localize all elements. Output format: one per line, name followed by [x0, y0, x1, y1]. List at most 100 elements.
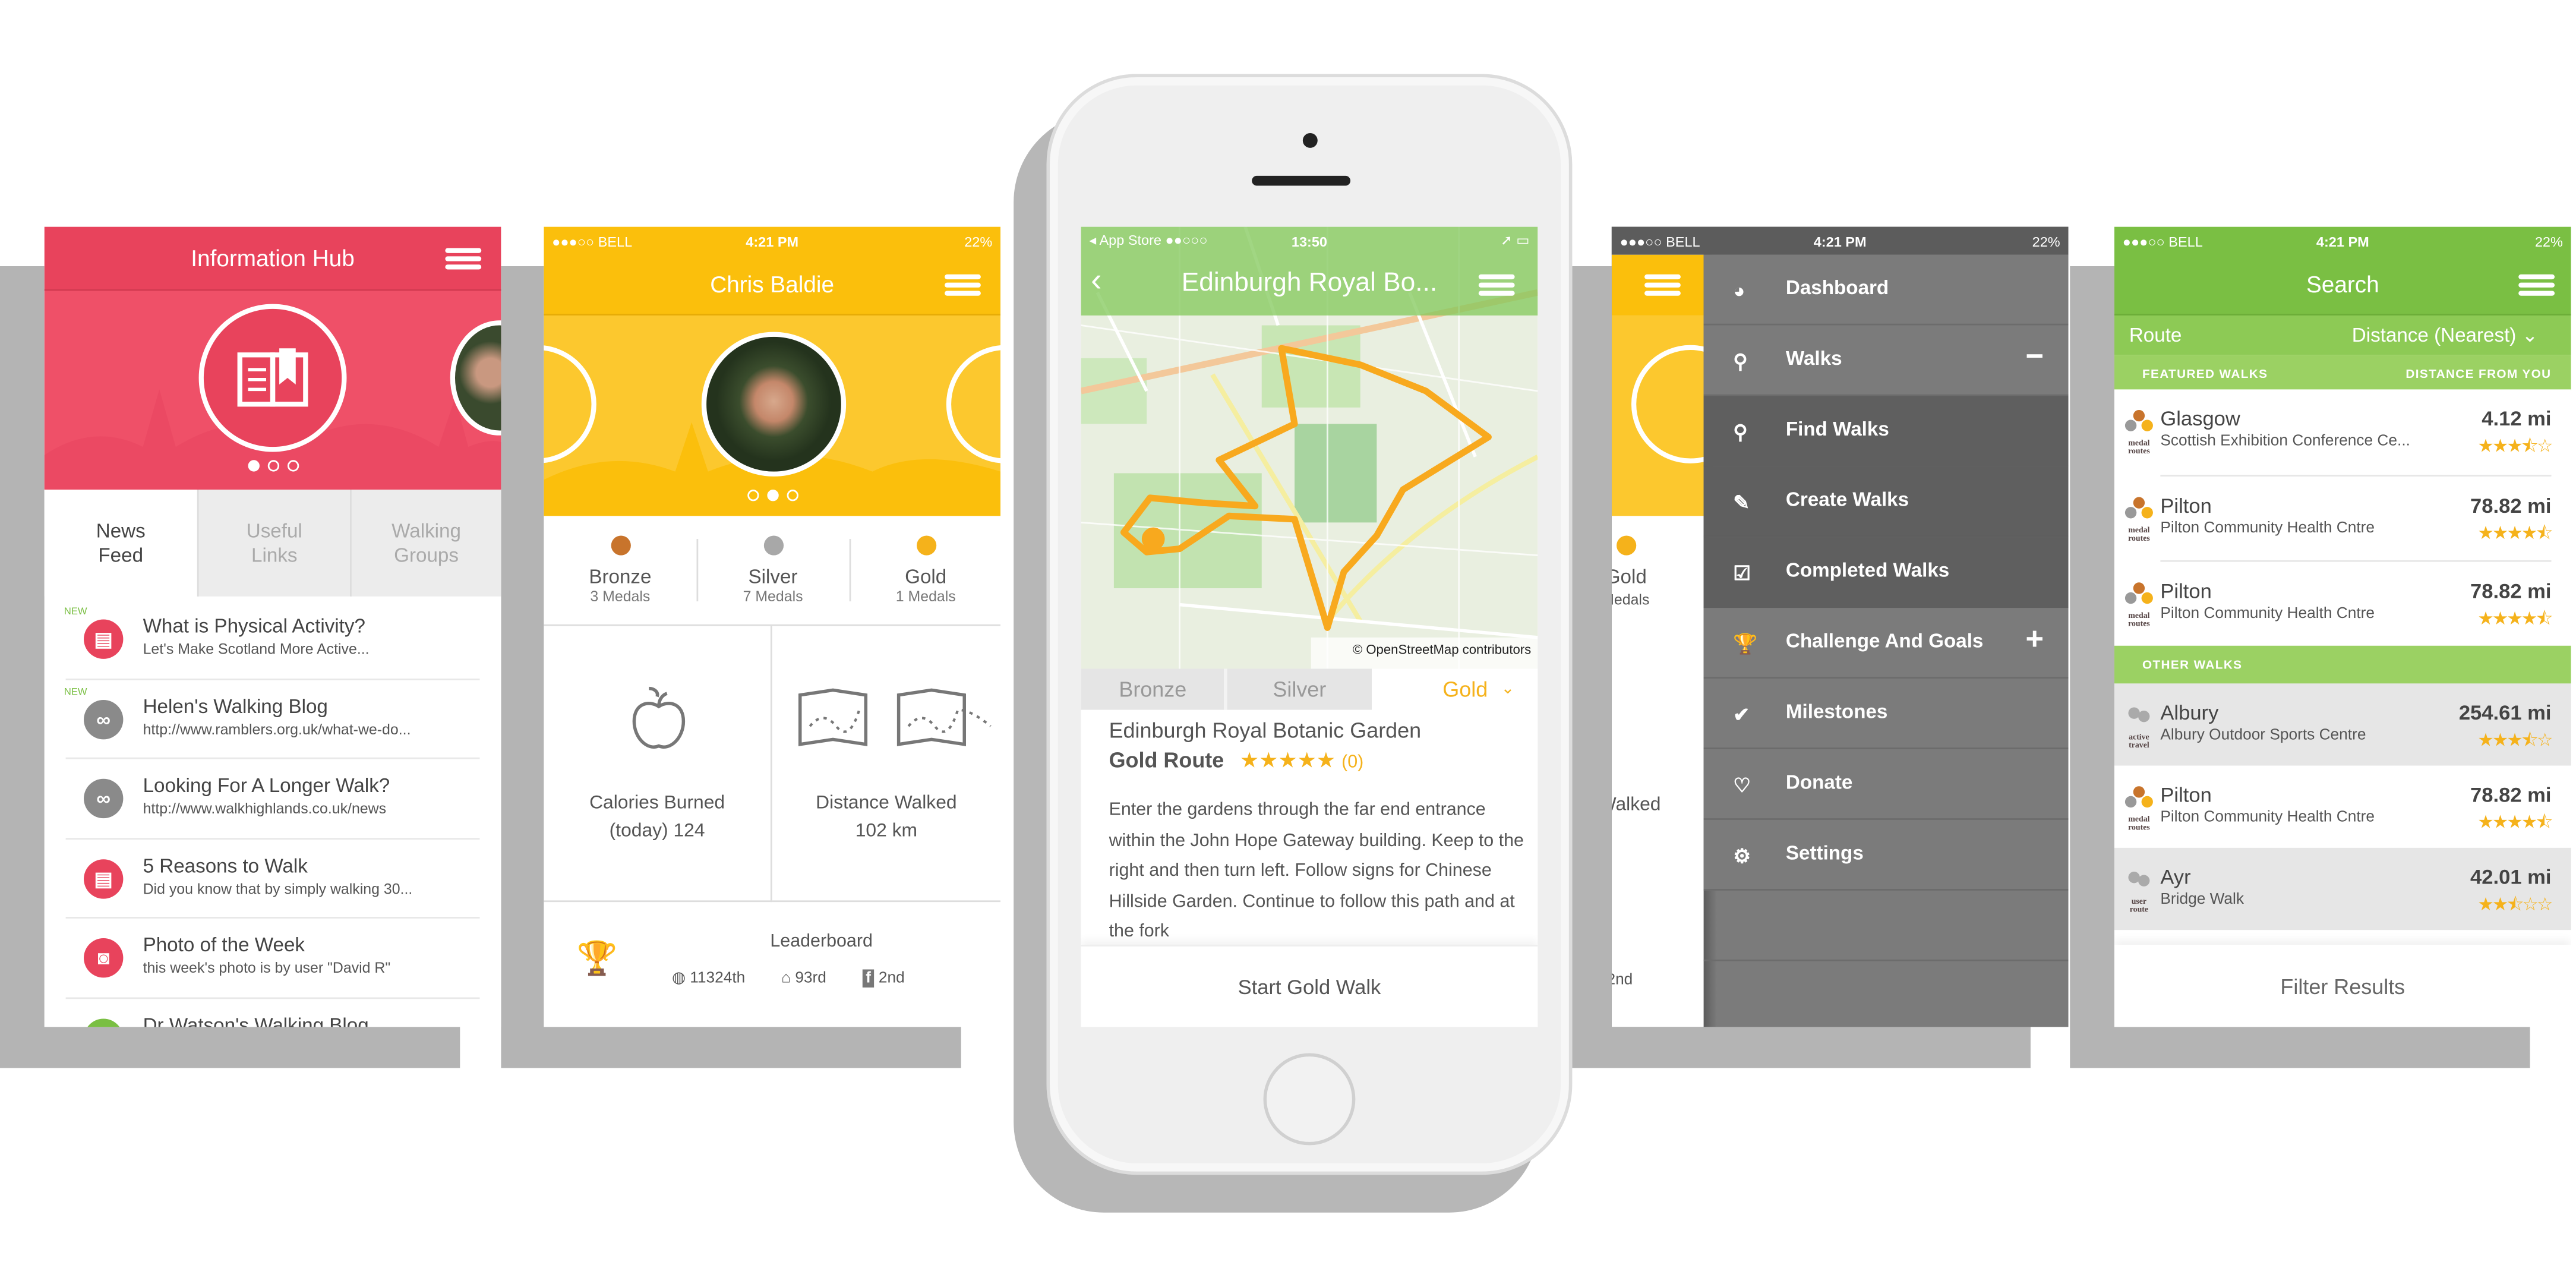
facebook-rank-value: 2nd	[878, 969, 905, 988]
hamburger-menu-icon[interactable]	[1644, 274, 1681, 296]
map-route-icon	[798, 688, 992, 746]
local-rank: ⌂ 93rd	[781, 970, 826, 988]
carousel-dots[interactable]	[544, 490, 1000, 501]
new-badge: NEW	[64, 687, 87, 698]
walk-distance: 4.12 mi	[2482, 407, 2552, 431]
header: ◂ App Store ●●○○○ 13:50 ➚ ▭ ‹ Edinburgh Ro…	[1081, 226, 1538, 316]
home-icon: ⌂	[781, 969, 795, 988]
hamburger-menu-icon[interactable]	[2518, 274, 2555, 296]
logo-caption: active travel	[2129, 734, 2149, 751]
menu-item-label: Milestones	[1785, 700, 1888, 723]
tab-useful-links[interactable]: Useful Links	[197, 490, 351, 597]
menu-item-walks[interactable]: ⚲ Walks −	[1703, 325, 2069, 396]
list-item[interactable]: ∞ Dr Watson's Walking Blog	[66, 998, 480, 1027]
page-title: Search	[2306, 271, 2379, 298]
page-title: Information Hub	[191, 245, 355, 272]
walk-name: Pilton	[2160, 580, 2212, 603]
logo-caption: medal routes	[2128, 526, 2150, 543]
item-subtitle: Did you know that by simply walking 30..…	[143, 879, 413, 897]
leaderboard-card[interactable]: 🏆 Leaderboard ◍ 11324th ⌂ 93rd f 2nd	[544, 902, 1000, 1027]
walk-result-row[interactable]: active travel Albury Albury Outdoor Sports…	[2114, 683, 2571, 766]
other-label: OTHER WALKS	[2142, 657, 2243, 673]
carousel-dots[interactable]	[45, 460, 501, 472]
medal-count: 7 Medals	[743, 588, 803, 605]
walk-name: Pilton	[2160, 784, 2212, 807]
medal-bronze[interactable]: Bronze 3 Medals	[544, 516, 696, 626]
search-icon: ⚲	[1733, 420, 1748, 444]
walk-start-point: Pilton Community Health Cntre	[2160, 808, 2375, 826]
hamburger-menu-icon[interactable]	[1478, 274, 1515, 296]
check-icon: ✔	[1733, 703, 1750, 727]
hamburger-menu-icon[interactable]	[945, 274, 981, 296]
menu-item-donate[interactable]: ♡ Donate	[1703, 749, 2069, 820]
item-subtitle: Let's Make Scotland More Active...	[143, 641, 370, 658]
rating-stars: ★★★⯪☆	[2477, 437, 2553, 457]
review-count[interactable]: (0)	[1341, 753, 1363, 772]
camera-icon	[1302, 133, 1318, 148]
walk-start-point: Albury Outdoor Sports Centre	[2160, 726, 2366, 745]
tab-news-feed[interactable]: News Feed	[44, 490, 197, 597]
list-item[interactable]: ▤ 5 Reasons to Walk Did you know that by s…	[65, 839, 480, 919]
tab-bronze[interactable]: Bronze	[1081, 668, 1225, 710]
menu-item-label: Dashboard	[1785, 276, 1889, 299]
global-rank: ◍ 11324th	[672, 970, 745, 988]
distance-card[interactable]: Distance Walked 102 km	[772, 626, 1001, 903]
menu-item-milestones[interactable]: ✔ Milestones	[1703, 679, 2069, 749]
tab-walking-groups[interactable]: Walking Groups	[350, 490, 501, 597]
walk-name: Albury	[2160, 701, 2219, 725]
menu-screen: Gold Medals Walked 2nd ●●●○○ BELL4:21 PM…	[1611, 226, 2069, 1027]
information-hub-screen: Information Hub News Feed Useful Links Wal…	[44, 226, 501, 1027]
rating-stars[interactable]: ★★★★★	[1240, 747, 1336, 772]
medal-count: 1 Medals	[895, 588, 956, 605]
walk-result-row[interactable]: medal routes Pilton Pilton Community Healt…	[2114, 765, 2571, 848]
menu-item-settings[interactable]: ⚙ Settings	[1703, 819, 2069, 891]
walk-result-row[interactable]: medal routes Pilton Pilton Community Healt…	[2114, 475, 2571, 562]
filter-results-button[interactable]: Filter Results	[2114, 945, 2571, 1027]
start-walk-button[interactable]: Start Gold Walk	[1081, 945, 1538, 1027]
rating-stars: ★★★★⯪	[2477, 609, 2553, 630]
item-title: Looking For A Longer Walk?	[143, 774, 390, 797]
list-item[interactable]: ∞ Looking For A Longer Walk? http://www.wa…	[65, 759, 480, 839]
medal-gold[interactable]: Gold 1 Medals	[849, 516, 1000, 626]
avatar[interactable]	[701, 332, 847, 477]
sort-dropdown[interactable]: Distance (Nearest) ⌄	[2352, 324, 2539, 347]
page-title: Chris Baldie	[710, 271, 835, 298]
walk-start-point: Pilton Community Health Cntre	[2160, 604, 2375, 623]
header: Information Hub	[44, 226, 501, 291]
clock: 4:21 PM	[2316, 232, 2369, 249]
menu-item-challenge-and-goals[interactable]: 🏆 Challenge And Goals +	[1703, 608, 2069, 679]
walk-result-row[interactable]: medal routes Pilton Pilton Community Healt…	[2114, 561, 2571, 648]
rating-stars: ★★★⯪☆	[2477, 731, 2553, 751]
home-button[interactable]	[1263, 1053, 1356, 1146]
expand-icon[interactable]: +	[2025, 623, 2044, 659]
tab-gold[interactable]: Gold ⌄	[1371, 668, 1538, 710]
gold-medal-dot	[1617, 535, 1637, 556]
clock: 4:21 PM	[746, 232, 799, 249]
menu-item-completed-walks[interactable]: ☑ Completed Walks	[1703, 537, 2069, 608]
list-item[interactable]: ◙ Photo of the Week this week's photo is b…	[65, 919, 480, 998]
page-title: Edinburgh Royal Bo...	[1181, 269, 1438, 298]
menu-item-create-walks[interactable]: ✎ Create Walks	[1703, 466, 2069, 538]
medal-label: Bronze	[589, 565, 652, 588]
list-item[interactable]: NEW ∞ Helen's Walking Blog http://www.rambl…	[64, 679, 480, 759]
medal-label: Gold	[905, 565, 947, 588]
divider	[849, 539, 851, 602]
collapse-icon[interactable]: −	[2025, 340, 2044, 376]
menu-item-find-walks[interactable]: ⚲ Find Walks	[1703, 396, 2069, 467]
list-item[interactable]: NEW ▤ What is Physical Activity? Let's Make…	[64, 600, 480, 680]
route-start-marker	[1141, 527, 1165, 551]
underlying-profile-screen[interactable]: Gold Medals Walked 2nd	[1611, 254, 1704, 1027]
tab-silver[interactable]: Silver	[1224, 668, 1372, 710]
medal-silver[interactable]: Silver 7 Medals	[696, 516, 849, 626]
facebook-rank: f 2nd	[862, 969, 905, 988]
trophy-icon: 🏆	[576, 941, 618, 978]
menu-item-dashboard[interactable]: ◕ Dashboard	[1703, 254, 2069, 326]
hamburger-menu-icon[interactable]	[445, 248, 482, 270]
medal-routes-logo-icon: medal routes	[2124, 582, 2154, 629]
walk-result-row[interactable]: user route Ayr Bridge Walk 42.01 mi ★★⯪☆☆	[2114, 847, 2571, 930]
banner	[544, 315, 1001, 516]
featured-section-header: FEATURED WALKS DISTANCE FROM YOU	[2114, 355, 2571, 392]
sort-route[interactable]: Route	[2129, 324, 2182, 347]
walk-result-row[interactable]: medal routes Glasgow Scottish Exhibition C…	[2114, 389, 2571, 476]
calories-card[interactable]: Calories Burned (today) 124	[544, 626, 772, 903]
